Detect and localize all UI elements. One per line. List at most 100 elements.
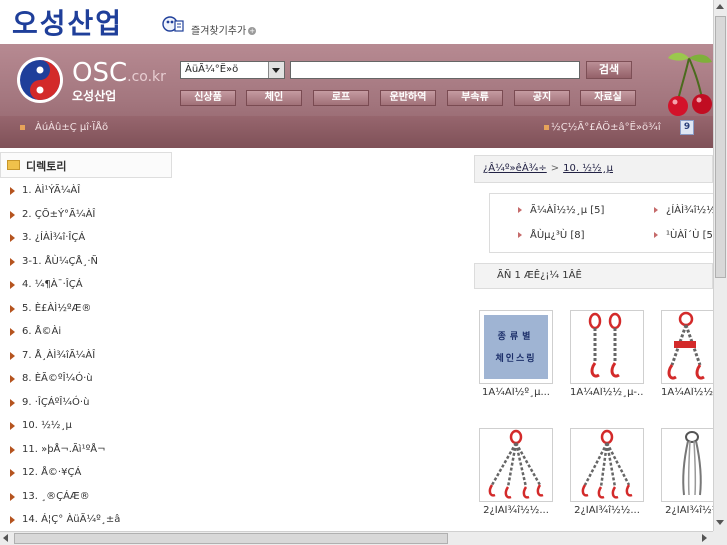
arrow-right-icon [10, 516, 15, 524]
directory-item[interactable]: 13. ¸®ÇÁÆ® [0, 488, 172, 512]
breadcrumb-root[interactable]: ¿Â¼º»êÀ¾÷ [483, 163, 547, 174]
directory-item[interactable]: 9. ·ÎÇÁºÎ¼Ó·ù [0, 394, 172, 418]
result-count-bar: ÃÑ 1 ÆÊ¿¡¼ 1ÂÊ [474, 263, 713, 289]
breadcrumb: ¿Â¼º»êÀ¾÷ >10. ½½¸µ [474, 155, 713, 183]
sub-left-text: ÀúÀû±Ç µî·ÏÅõ [35, 122, 109, 133]
directory-item[interactable]: 11. »þÅ¬.Ãì¹ºÅ¬ [0, 441, 172, 465]
subcategory-item[interactable]: Ã¼ÀÎ½½¸µ [5] [518, 205, 604, 216]
osc-logo-icon[interactable] [16, 56, 64, 104]
arrow-right-icon [10, 422, 15, 430]
brand-title[interactable]: 오성산업 [12, 2, 123, 42]
directory-list: 1. ÀÌ¹ÝÃ¼ÀÎ 2. ÇÕ±Ý°­Ã¼ÀÎ 3. ¿ÍÀÌ¾î·ÎÇÁ … [0, 182, 172, 535]
result-count: ÃÑ 1 ÆÊ¿¡¼ 1ÂÊ [497, 270, 582, 281]
sub-right-text: ½Ç½Ã°£ÁÖ±â°Ë»ö¾î [551, 122, 661, 133]
product-card[interactable]: 2¿ÍÀÌ¾î½½... [479, 428, 553, 517]
arrow-right-icon [10, 304, 15, 313]
breadcrumb-links: ¿Â¼º»êÀ¾÷ >10. ½½¸µ [483, 163, 613, 174]
arrow-right-icon [10, 257, 15, 266]
chevron-right-icon: > [550, 163, 560, 174]
favorite-link[interactable]: 즐겨찾기추가 + [191, 22, 257, 37]
arrow-right-icon [10, 398, 15, 407]
scroll-right-icon[interactable] [702, 534, 707, 542]
search-input[interactable] [290, 61, 580, 79]
horizontal-scrollbar[interactable] [0, 531, 713, 545]
cherry-icon [668, 52, 712, 116]
arrow-right-icon [10, 375, 15, 383]
subcategory-box: Ã¼ÀÎ½½¸µ [5] ¿ÍÀÌ¾î½½ ÅÙµ¿³Ù [8] ¹ÙÀÎ´Ù … [489, 193, 716, 253]
arrow-right-icon [518, 232, 522, 238]
chain-sling-icon [588, 312, 622, 378]
sign-line1: 종류별 [497, 332, 535, 342]
nav-chain[interactable]: 체인 [246, 90, 302, 106]
folder-icon [7, 160, 20, 170]
arrow-right-icon [654, 232, 658, 238]
realtime-search-label[interactable]: ½Ç½Ã°£ÁÖ±â°Ë»ö¾î [544, 122, 661, 133]
top-strip: 오성산업 즐겨찾기추가 + [0, 0, 713, 44]
product-thumbnail[interactable] [570, 428, 644, 502]
breadcrumb-current[interactable]: 10. ½½¸µ [563, 163, 613, 174]
nav-notice[interactable]: 공지 [514, 90, 570, 106]
product-card[interactable]: 1Ã¼ÀÎ½½¸µ-... [570, 310, 644, 399]
directory-item[interactable]: 12. Å©·¥ÇÁ [0, 464, 172, 488]
rank-badge[interactable]: 9 [680, 120, 694, 135]
scroll-up-icon[interactable] [716, 4, 724, 9]
arrow-right-icon [10, 281, 15, 289]
arrow-right-icon [10, 234, 15, 242]
logo-korean: 오성산업 [72, 89, 117, 103]
header-banner: OSC.co.kr 오성산업 ÀüÃ¼°Ë»ö 검색 신상품 체인 로프 운반하… [0, 44, 713, 148]
product-caption[interactable]: 1Ã¼ÀÎ½º¸µ... [479, 387, 553, 399]
arrow-right-icon [518, 207, 522, 213]
arrow-right-icon [10, 469, 15, 477]
directory-item[interactable]: 8. ÈÃ©ºÎ¼Ó·ù [0, 370, 172, 394]
bullet-icon [544, 124, 549, 130]
subcategory-item[interactable]: ¿ÍÀÌ¾î½½ [654, 205, 716, 216]
directory-item[interactable]: 2. ÇÕ±Ý°­Ã¼ÀÎ [0, 206, 172, 230]
product-thumbnail[interactable]: 종류별 체인스링 [479, 310, 553, 384]
sign-line2: 체인스링 [495, 354, 537, 364]
bullet-icon [20, 124, 25, 130]
product-caption[interactable]: 2¿ÍÀÌ¾î½½... [570, 505, 644, 517]
directory-item[interactable]: 3-1. ÅÙ¼ÇÅ¸·Ñ [0, 253, 172, 277]
copyright-link[interactable]: ÀúÀû±Ç µî·ÏÅõ [20, 122, 108, 133]
scroll-left-icon[interactable] [3, 534, 8, 542]
arrow-right-icon [10, 328, 15, 336]
nav-accessories[interactable]: 부속류 [447, 90, 503, 106]
arrow-right-icon [10, 210, 15, 219]
nav-archive[interactable]: 자료실 [580, 90, 636, 106]
product-card[interactable]: 2¿ÍÀÌ¾î½½... [570, 428, 644, 517]
vertical-scrollbar[interactable] [713, 0, 727, 531]
favorite-label: 즐겨찾기추가 [191, 26, 247, 37]
subcategory-item[interactable]: ¹ÙÀÎ´Ù [5 [654, 230, 713, 241]
directory-item[interactable]: 4. ¼¶À¯·ÎÇÁ [0, 276, 172, 300]
product-caption[interactable]: 1Ã¼ÀÎ½½¸µ-... [570, 387, 644, 399]
directory-item[interactable]: 10. ½½¸µ [0, 417, 172, 441]
chevron-down-icon[interactable] [268, 62, 284, 78]
directory-item[interactable]: 6. Å©Ài [0, 323, 172, 347]
product-thumbnail[interactable] [570, 310, 644, 384]
directory-item[interactable]: 7. Å¸ÀÌ¾îÃ¼ÀÎ [0, 347, 172, 371]
product-caption[interactable]: 2¿ÍÀÌ¾î½½... [479, 505, 553, 517]
arrow-right-icon [10, 187, 15, 195]
vertical-scroll-thumb[interactable] [715, 16, 726, 278]
directory-header: 디렉토리 [0, 152, 172, 178]
product-card[interactable]: 종류별 체인스링 1Ã¼ÀÎ½º¸µ... [479, 310, 553, 399]
scroll-down-icon[interactable] [716, 520, 724, 525]
directory-item[interactable]: 3. ¿ÍÀÌ¾î·ÎÇÁ [0, 229, 172, 253]
arrow-right-icon [10, 351, 15, 360]
arrow-right-icon [10, 492, 15, 501]
nav-new-products[interactable]: 신상품 [180, 90, 236, 106]
search-button[interactable]: 검색 [586, 61, 632, 79]
nav-rope[interactable]: 로프 [313, 90, 369, 106]
product-thumbnail[interactable] [479, 428, 553, 502]
favorite-icon[interactable] [162, 15, 184, 33]
nav-handling[interactable]: 운반하역 [380, 90, 436, 106]
plus-icon: + [248, 27, 257, 35]
directory-item[interactable]: 1. ÀÌ¹ÝÃ¼ÀÎ [0, 182, 172, 206]
chain-sling-icon [581, 429, 633, 499]
directory-item[interactable]: 5. È£ÀÌ½ºÆ® [0, 300, 172, 324]
horizontal-scroll-thumb[interactable] [14, 533, 448, 544]
category-sign: 종류별 체인스링 [484, 315, 548, 379]
subcategory-item[interactable]: ÅÙµ¿³Ù [8] [518, 230, 585, 241]
search-category-select[interactable]: ÀüÃ¼°Ë»ö [180, 61, 285, 79]
directory-title: 디렉토리 [26, 160, 67, 173]
